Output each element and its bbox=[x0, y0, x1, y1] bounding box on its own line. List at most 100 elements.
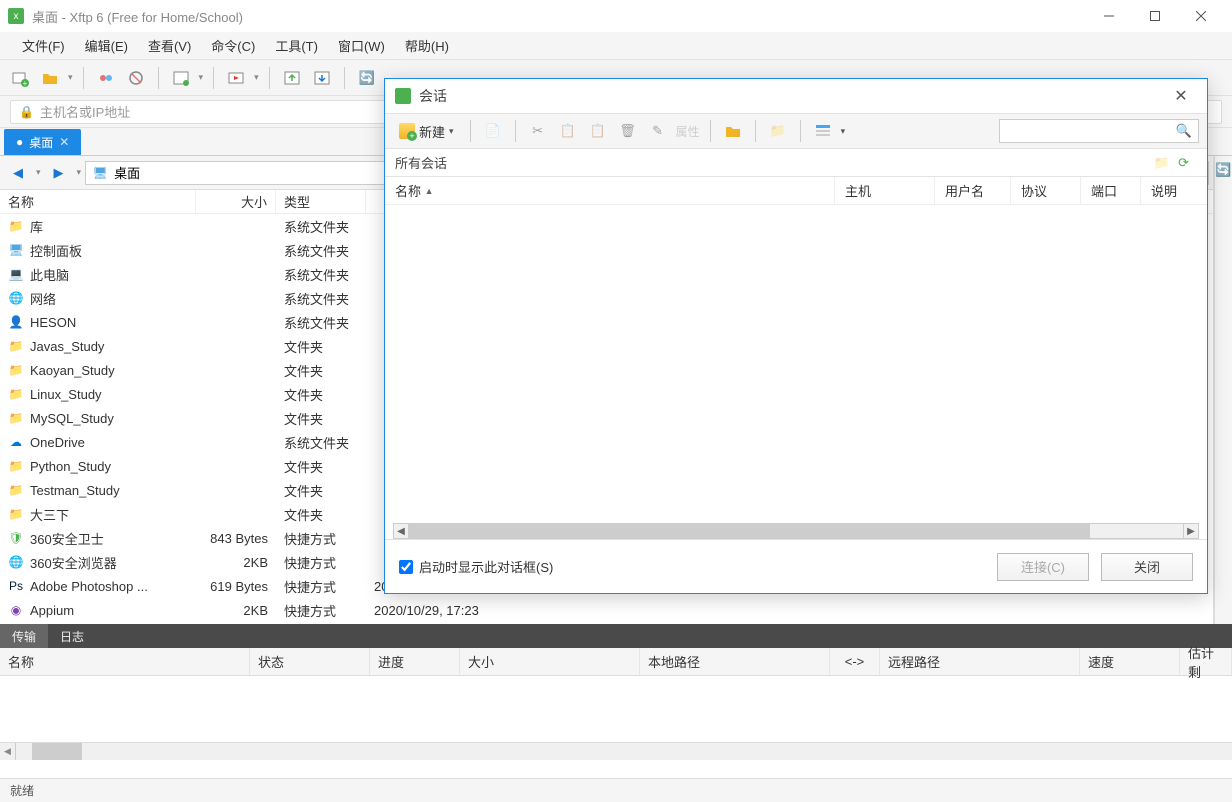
paste-icon[interactable]: 📋 bbox=[586, 119, 610, 143]
new-label: 新建 bbox=[419, 122, 445, 141]
tcol-size[interactable]: 大小 bbox=[460, 648, 640, 675]
startup-checkbox-label: 启动时显示此对话框(S) bbox=[419, 557, 553, 576]
menu-edit[interactable]: 编辑(E) bbox=[75, 32, 138, 59]
file-name: 此电脑 bbox=[30, 265, 69, 284]
tcol-name[interactable]: 名称 bbox=[0, 648, 250, 675]
folder-path-icon[interactable]: 📁 bbox=[1154, 155, 1170, 171]
menu-window[interactable]: 窗口(W) bbox=[328, 32, 395, 59]
file-type-icon: 📁 bbox=[8, 410, 24, 426]
col-type[interactable]: 类型 bbox=[276, 190, 366, 213]
col-size[interactable]: 大小 bbox=[196, 190, 276, 213]
file-name: Adobe Photoshop ... bbox=[30, 579, 148, 594]
view-icon[interactable] bbox=[811, 119, 835, 143]
up-folder-icon[interactable]: 📁 bbox=[766, 119, 790, 143]
search-icon: 🔍 bbox=[1176, 123, 1192, 139]
file-name: Testman_Study bbox=[30, 483, 120, 498]
new-session-icon[interactable]: + bbox=[8, 66, 32, 90]
dcol-desc[interactable]: 说明 bbox=[1141, 177, 1207, 204]
tab-transfer[interactable]: 传输 bbox=[0, 624, 48, 648]
rename-icon[interactable]: ✎ bbox=[646, 119, 670, 143]
menu-file[interactable]: 文件(F) bbox=[12, 32, 75, 59]
file-size: 843 Bytes bbox=[196, 531, 276, 546]
menu-command[interactable]: 命令(C) bbox=[201, 32, 265, 59]
dcol-name[interactable]: 名称 ▲ bbox=[385, 177, 835, 204]
tcol-local[interactable]: 本地路径 bbox=[640, 648, 830, 675]
refresh-path-icon[interactable]: ⟳ bbox=[1178, 155, 1189, 171]
tcol-eta[interactable]: 估计剩 bbox=[1180, 648, 1232, 675]
copy2-icon[interactable]: 📋 bbox=[556, 119, 580, 143]
file-type: 系统文件夹 bbox=[276, 313, 366, 332]
sync-icon[interactable] bbox=[169, 66, 193, 90]
play-icon[interactable] bbox=[224, 66, 248, 90]
file-type-icon: 📁 bbox=[8, 386, 24, 402]
file-name: OneDrive bbox=[30, 435, 85, 450]
menu-help[interactable]: 帮助(H) bbox=[395, 32, 459, 59]
file-type-icon: 💻 bbox=[8, 266, 24, 282]
dcol-proto[interactable]: 协议 bbox=[1011, 177, 1081, 204]
dialog-path-label: 所有会话 bbox=[395, 153, 447, 172]
tcol-remote[interactable]: 远程路径 bbox=[880, 648, 1080, 675]
dialog-search-input[interactable]: 🔍 bbox=[999, 119, 1199, 143]
dcol-user[interactable]: 用户名 bbox=[935, 177, 1011, 204]
new-folder-icon bbox=[399, 123, 415, 139]
connect-button[interactable]: 连接(C) bbox=[997, 553, 1089, 581]
tcol-dir[interactable]: <-> bbox=[830, 648, 880, 675]
file-type: 文件夹 bbox=[276, 457, 366, 476]
file-type: 快捷方式 bbox=[276, 601, 366, 620]
close-dialog-button[interactable]: 关闭 bbox=[1101, 553, 1193, 581]
file-name: 库 bbox=[30, 217, 43, 236]
dialog-close-button[interactable]: ✕ bbox=[1165, 82, 1197, 110]
cut-icon[interactable]: ✂ bbox=[526, 119, 550, 143]
status-text: 就绪 bbox=[10, 782, 34, 799]
sync-refresh-icon[interactable]: 🔄 bbox=[1215, 162, 1231, 178]
tcol-status[interactable]: 状态 bbox=[250, 648, 370, 675]
horizontal-scrollbar[interactable]: ◀ bbox=[0, 742, 1232, 760]
back-button[interactable]: ◀ bbox=[4, 161, 32, 185]
file-type: 文件夹 bbox=[276, 409, 366, 428]
tcol-progress[interactable]: 进度 bbox=[370, 648, 460, 675]
dcol-port[interactable]: 端口 bbox=[1081, 177, 1141, 204]
svg-text:+: + bbox=[23, 79, 28, 87]
file-type-icon: 📁 bbox=[8, 218, 24, 234]
dialog-h-scrollbar[interactable]: ◀▶ bbox=[393, 523, 1199, 539]
disconnect-icon[interactable] bbox=[94, 66, 118, 90]
file-type: 系统文件夹 bbox=[276, 265, 366, 284]
file-name: 360安全浏览器 bbox=[30, 553, 117, 572]
startup-checkbox-input[interactable] bbox=[399, 560, 413, 574]
startup-checkbox[interactable]: 启动时显示此对话框(S) bbox=[399, 557, 553, 576]
download-icon[interactable] bbox=[310, 66, 334, 90]
delete-icon[interactable]: 🗑 bbox=[616, 119, 640, 143]
properties-label[interactable]: 属性 bbox=[676, 123, 700, 140]
tab-log[interactable]: 日志 bbox=[48, 624, 96, 648]
close-button[interactable] bbox=[1178, 0, 1224, 32]
reconnect-icon[interactable] bbox=[124, 66, 148, 90]
forward-button[interactable]: ▶ bbox=[45, 161, 73, 185]
refresh-icon[interactable]: 🔄 bbox=[355, 66, 379, 90]
tab-desktop[interactable]: ● 桌面 ✕ bbox=[4, 129, 81, 155]
new-session-button[interactable]: 新建 ▾ bbox=[393, 118, 460, 144]
folder-icon[interactable] bbox=[721, 119, 745, 143]
copy-icon[interactable]: 📄 bbox=[481, 119, 505, 143]
file-type: 文件夹 bbox=[276, 361, 366, 380]
upload-icon[interactable] bbox=[280, 66, 304, 90]
file-name: Appium bbox=[30, 603, 74, 618]
dcol-host[interactable]: 主机 bbox=[835, 177, 935, 204]
menu-view[interactable]: 查看(V) bbox=[138, 32, 201, 59]
col-name[interactable]: 名称 bbox=[0, 190, 196, 213]
file-type: 快捷方式 bbox=[276, 529, 366, 548]
minimize-button[interactable] bbox=[1086, 0, 1132, 32]
file-type-icon: 📁 bbox=[8, 458, 24, 474]
dialog-session-list[interactable]: ◀▶ bbox=[385, 205, 1207, 539]
maximize-button[interactable] bbox=[1132, 0, 1178, 32]
close-icon[interactable]: ✕ bbox=[59, 135, 69, 149]
dialog-titlebar: 会话 ✕ bbox=[385, 79, 1207, 113]
file-name: 网络 bbox=[30, 289, 56, 308]
file-type-icon: ◉ bbox=[8, 602, 24, 618]
tcol-speed[interactable]: 速度 bbox=[1080, 648, 1180, 675]
file-type: 文件夹 bbox=[276, 337, 366, 356]
open-folder-icon[interactable] bbox=[38, 66, 62, 90]
file-row[interactable]: ◉Appium2KB快捷方式2020/10/29, 17:23 bbox=[0, 598, 1213, 622]
dialog-icon bbox=[395, 88, 411, 104]
file-date: 2020/10/29, 17:23 bbox=[366, 603, 1213, 618]
menu-tools[interactable]: 工具(T) bbox=[265, 32, 328, 59]
